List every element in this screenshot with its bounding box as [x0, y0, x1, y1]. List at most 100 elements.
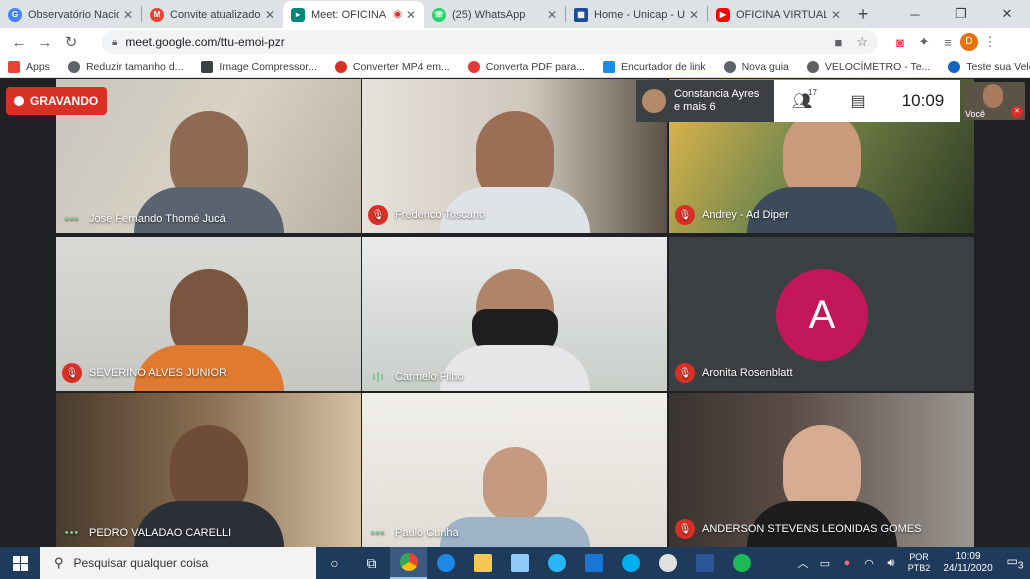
- tab-title: Convite atualizado: C: [170, 8, 261, 21]
- tab-meet[interactable]: ▸ Meet: OFICINA V ◉ ✕: [283, 1, 424, 28]
- action-center-button[interactable]: ▭3: [1000, 554, 1030, 571]
- notification-icon: ▭: [1006, 554, 1018, 569]
- participant-tile[interactable]: 🎙︎ ANDERSON STEVENS LEONIDAS GOMES: [669, 393, 974, 547]
- pocket-extension-icon[interactable]: ◙: [888, 35, 912, 50]
- close-window-icon[interactable]: ✕: [984, 0, 1030, 28]
- tab-whatsapp[interactable]: ☏ (25) WhatsApp ✕: [424, 1, 565, 28]
- taskbar-app-spotify[interactable]: [723, 547, 760, 579]
- tab-title: OFICINA VIRTUAL IN: [736, 8, 827, 21]
- back-arrow-icon[interactable]: ←: [6, 34, 32, 51]
- meeting-clock: 10:09: [901, 91, 945, 110]
- participant-tile[interactable]: ••• PEDRO VALADAO CARELLI: [56, 393, 361, 547]
- battery-icon[interactable]: ▭: [814, 557, 836, 570]
- taskbar-app-media[interactable]: [649, 547, 686, 579]
- bookmark-label: Converta PDF para...: [485, 60, 585, 73]
- taskbar-app-word[interactable]: [686, 547, 723, 579]
- bookmark-apps[interactable]: Apps: [8, 60, 50, 73]
- tab-observatorio[interactable]: G Observatório Nacion ✕: [0, 1, 141, 28]
- bookmark-label: Image Compressor...: [219, 60, 317, 73]
- word-icon: [695, 554, 714, 572]
- participant-nameplate: ••• José Fernando Thomé Jucá: [62, 213, 226, 225]
- close-tab-icon[interactable]: ✕: [123, 8, 133, 22]
- cortana-button[interactable]: ○: [316, 547, 353, 579]
- participant-name: Paulo Cunha: [395, 527, 459, 539]
- taskbar-app-chrome[interactable]: [390, 547, 427, 579]
- restore-icon[interactable]: ❐: [938, 0, 984, 28]
- notification-count: 3: [1017, 560, 1024, 572]
- mic-off-icon: ✕: [1011, 106, 1023, 118]
- address-bar[interactable]: 🔒︎ meet.google.com/ttu-emoi-pzr ■ ☆: [102, 30, 878, 54]
- bookmark-converta-pdf[interactable]: Converta PDF para...: [467, 60, 585, 73]
- recording-badge: GRAVANDO: [6, 87, 107, 115]
- bookmark-velocimetro[interactable]: VELOCÍMETRO - Te...: [806, 60, 930, 73]
- browser-menu-icon[interactable]: ⋮: [978, 34, 1002, 50]
- participant-tile[interactable]: ••• Paulo Cunha: [362, 393, 667, 547]
- self-view-thumbnail[interactable]: Você ✕: [963, 82, 1025, 120]
- bookmark-encurtador[interactable]: Encurtador de link: [602, 60, 706, 73]
- tab-gmail[interactable]: M Convite atualizado: C ✕: [142, 1, 283, 28]
- participant-tile[interactable]: Carmelo Filho: [362, 237, 667, 391]
- start-button[interactable]: [0, 555, 40, 571]
- media-control-icon[interactable]: ≡: [936, 35, 960, 50]
- taskbar-search-box[interactable]: ⚲ Pesquisar qualquer coisa: [40, 547, 316, 579]
- volume-icon[interactable]: 🔊︎: [880, 557, 902, 570]
- taskbar-app-safari[interactable]: [538, 547, 575, 579]
- camera-in-use-icon[interactable]: ■: [834, 35, 842, 50]
- taskbar-app-skype[interactable]: [612, 547, 649, 579]
- new-tab-button[interactable]: +: [849, 1, 877, 28]
- record-dot-icon: [14, 96, 24, 106]
- extensions-puzzle-icon[interactable]: ✦: [912, 34, 936, 50]
- presenter-avatar: [642, 89, 666, 113]
- close-tab-icon[interactable]: ✕: [831, 8, 841, 22]
- globe-icon: [723, 60, 736, 73]
- bookmark-teste-velocidade[interactable]: Teste sua Velocidad...: [948, 60, 1030, 73]
- url-text: meet.google.com/ttu-emoi-pzr: [125, 35, 285, 49]
- clock-date: 24/11/2020: [943, 563, 993, 574]
- participant-nameplate: ••• Paulo Cunha: [368, 527, 459, 539]
- participant-count: 17: [808, 88, 817, 97]
- taskbar-app-edge[interactable]: [427, 547, 464, 579]
- meet-video-grid: ••• José Fernando Thomé Jucá 🎙︎ Frederic…: [0, 79, 1030, 547]
- taskbar-app-store[interactable]: [501, 547, 538, 579]
- speaking-indicator-icon: •••: [64, 213, 80, 225]
- search-placeholder: Pesquisar qualquer coisa: [73, 556, 209, 570]
- forward-arrow-icon[interactable]: →: [32, 34, 58, 51]
- bookmark-converter-mp4[interactable]: Converter MP4 em...: [334, 60, 450, 73]
- bookmark-star-icon[interactable]: ☆: [856, 34, 868, 50]
- tab-youtube[interactable]: ▶ OFICINA VIRTUAL IN ✕: [708, 1, 849, 28]
- close-tab-icon[interactable]: ✕: [406, 8, 416, 22]
- spotify-icon: [732, 554, 751, 572]
- participant-name: José Fernando Thomé Jucá: [89, 213, 226, 225]
- participant-nameplate: 🎙︎ Frederico Toscano: [368, 205, 485, 225]
- tab-title: (25) WhatsApp: [452, 8, 526, 21]
- close-tab-icon[interactable]: ✕: [265, 8, 275, 22]
- taskbar-app-explorer[interactable]: [464, 547, 501, 579]
- participant-name: ANDERSON STEVENS LEONIDAS GOMES: [702, 523, 922, 535]
- participant-name: Frederico Toscano: [395, 209, 486, 221]
- presenter-pill[interactable]: Constancia Ayres e mais 6: [636, 80, 774, 122]
- show-hidden-icons-chevron-icon[interactable]: ︿: [792, 555, 814, 571]
- input-language[interactable]: POR PTB2: [902, 552, 936, 574]
- close-tab-icon[interactable]: ✕: [689, 8, 699, 22]
- wifi-icon[interactable]: ◠: [858, 557, 880, 570]
- tab-unicap[interactable]: ▦ Home - Unicap - Uni ✕: [566, 1, 707, 28]
- bookmark-label: Converter MP4 em...: [352, 60, 450, 73]
- system-clock[interactable]: 10:09 24/11/2020: [936, 551, 1000, 575]
- profile-avatar[interactable]: D: [960, 33, 978, 51]
- camera-in-use-icon[interactable]: ●: [836, 557, 858, 569]
- taskbar-app-mail[interactable]: [575, 547, 612, 579]
- bookmark-image-compressor[interactable]: Image Compressor...: [201, 60, 317, 73]
- chat-button[interactable]: ▤: [830, 91, 886, 111]
- participant-tile[interactable]: A 🎙︎ Aronita Rosenblatt: [669, 237, 974, 391]
- close-tab-icon[interactable]: ✕: [547, 8, 557, 22]
- skype-icon: [621, 554, 640, 572]
- participant-tile[interactable]: 🎙︎ SEVERINO ALVES JUNIOR: [56, 237, 361, 391]
- reload-icon[interactable]: ↻: [58, 33, 84, 51]
- bookmark-nova-guia[interactable]: Nova guia: [723, 60, 789, 73]
- minimize-icon[interactable]: ─: [892, 0, 938, 28]
- task-view-button[interactable]: ⧉: [353, 547, 390, 579]
- participants-button[interactable]: 👥︎ 17: [774, 88, 830, 111]
- bookmark-reduzir[interactable]: Reduzir tamanho d...: [67, 60, 183, 73]
- participant-tile[interactable]: 🎙︎ Frederico Toscano: [362, 79, 667, 233]
- chrome-icon: [399, 553, 418, 571]
